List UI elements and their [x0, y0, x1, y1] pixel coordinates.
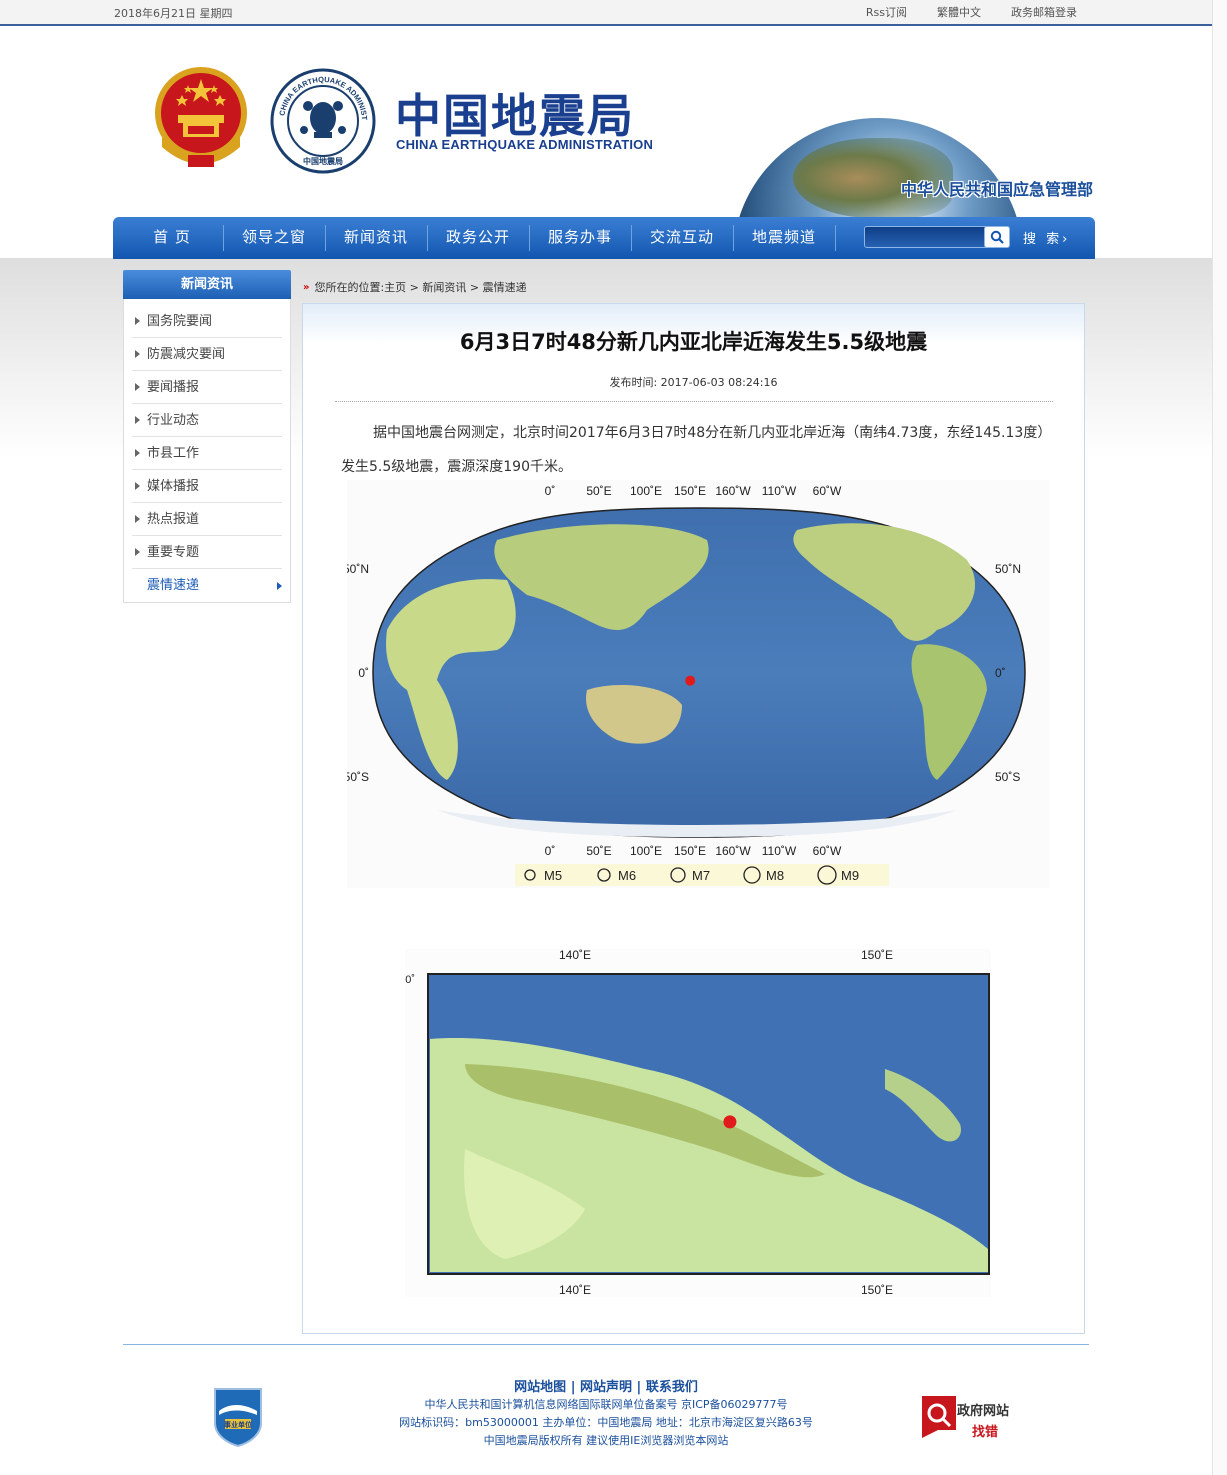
cea-seal-icon: CHINA EARTHQUAKE ADMINISTRATION 中国地震局: [270, 68, 376, 174]
footer-separator: |: [570, 1380, 576, 1395]
ministry-label[interactable]: 中华人民共和国应急管理部: [901, 176, 1093, 200]
map-bottom-longitude-label: 60˚W: [813, 844, 842, 858]
search-label: 搜 索: [1023, 232, 1063, 247]
nav-services[interactable]: 服务办事: [529, 217, 631, 259]
chevron-right-icon: ›: [1062, 232, 1071, 247]
footer-links: 网站地图 | 网站声明 | 联系我们: [0, 1376, 1212, 1395]
map-top-longitude-label: 150˚E: [674, 484, 706, 498]
sidebar-item-local-work[interactable]: 市县工作: [132, 437, 282, 470]
error-report-magnifier-icon: [922, 1396, 956, 1438]
badge-right-title: 政府网站: [957, 1404, 1010, 1419]
map2-top-longitude-label: 150˚E: [861, 949, 893, 962]
footer-sitemap-link[interactable]: 网站地图: [514, 1380, 566, 1395]
nav-gov-affairs[interactable]: 政务公开: [427, 217, 529, 259]
map-top-longitude-label: 50˚E: [586, 484, 611, 498]
nav-news[interactable]: 新闻资讯: [325, 217, 427, 259]
map-right-latitude-label: 0˚: [995, 666, 1006, 680]
article-panel: 6月3日7时48分新几内亚北岸近海发生5.5级地震 发布时间: 2017-06-…: [302, 303, 1085, 1334]
article-title: 6月3日7时48分新几内亚北岸近海发生5.5级地震: [459, 330, 928, 354]
regional-epicenter-map: 140˚E 150˚E 140˚E 150˚E 0˚: [405, 949, 991, 1297]
map-right-latitude-label: 50˚N: [995, 562, 1021, 576]
map-bottom-longitude-label: 50˚E: [586, 844, 611, 858]
sidebar-item-key-topics[interactable]: 重要专题: [132, 536, 282, 569]
main-nav: 首 页 领导之窗 新闻资讯 政务公开 服务办事 交流互动 地震频道 搜 索›: [113, 217, 1095, 259]
traditional-chinese-link[interactable]: 繁體中文: [937, 4, 981, 20]
map-right-latitude-label: 50˚S: [995, 770, 1020, 784]
map2-latitude-label: 0˚: [405, 974, 415, 986]
map-top-longitude-label: 100˚E: [630, 484, 662, 498]
footer-statement-link[interactable]: 网站声明: [580, 1380, 632, 1395]
seal-chinese-text: 中国地震局: [303, 156, 343, 166]
magnitude-legend-label: M8: [766, 868, 784, 883]
nav-home[interactable]: 首 页: [121, 217, 223, 259]
map-top-longitude-label: 60˚W: [813, 484, 842, 498]
search-button[interactable]: [984, 226, 1010, 248]
current-date: 2018年6月21日 星期四: [114, 7, 233, 20]
magnitude-legend-label: M5: [544, 868, 562, 883]
map-top-longitude-label: 110˚W: [762, 484, 797, 498]
nav-leadership[interactable]: 领导之窗: [223, 217, 325, 259]
map2-top-longitude-label: 140˚E: [559, 949, 591, 962]
article-body: 据中国地震台网测定，北京时间2017年6月3日7时48分在新几内亚北岸近海（南纬…: [341, 425, 1045, 475]
epicenter-marker: [723, 1115, 737, 1129]
site-header: CHINA EARTHQUAKE ADMINISTRATION 中国地震局 中国…: [113, 28, 1095, 218]
magnitude-legend-label: M9: [841, 868, 859, 883]
search-icon: [990, 230, 1004, 244]
map2-bottom-longitude-label: 140˚E: [559, 1283, 591, 1297]
map-bottom-longitude-label: 150˚E: [674, 844, 706, 858]
sidebar-item-news-broadcast[interactable]: 要闻播报: [132, 371, 282, 404]
footer-copyright-line: 中国地震局版权所有 建议使用IE浏览器浏览本网站: [483, 1434, 729, 1447]
utility-links: Rss订阅 繁體中文 政务邮箱登录: [866, 4, 1077, 20]
map-top-longitude-label: 160˚W: [715, 484, 751, 498]
gov-site-error-report-badge[interactable]: 政府网站 找错: [920, 1394, 1020, 1440]
breadcrumb: » 您所在的位置:主页 > 新闻资讯 > 震情速递: [303, 279, 527, 295]
breadcrumb-marker-icon: »: [303, 281, 310, 293]
map-bottom-longitude-label: 160˚W: [715, 844, 751, 858]
map-top-longitude-label: 0˚: [545, 484, 556, 498]
footer-separator: |: [636, 1380, 642, 1395]
map-bottom-longitude-label: 0˚: [545, 844, 556, 858]
top-utility-bar: 2018年6月21日 星期四 Rss订阅 繁體中文 政务邮箱登录: [0, 0, 1212, 26]
nav-interaction[interactable]: 交流互动: [631, 217, 733, 259]
map-left-latitude-label: 0˚: [358, 666, 369, 680]
epicenter-marker: [685, 675, 696, 686]
nav-separator: [835, 225, 836, 251]
article-divider: [335, 401, 1053, 402]
map2-bottom-longitude-label: 150˚E: [861, 1283, 893, 1297]
sidebar-list: 国务院要闻 防震减灾要闻 要闻播报 行业动态 市县工作 媒体播报 热点报道 重要…: [123, 299, 291, 603]
sidebar-item-hot-reports[interactable]: 热点报道: [132, 503, 282, 536]
badge-left-text: 事业单位: [224, 1420, 252, 1429]
footer-icp-line: 中华人民共和国计算机信息网络国际联网单位备案号 京ICP备06029777号: [424, 1398, 788, 1411]
sidebar-item-media-reports[interactable]: 媒体播报: [132, 470, 282, 503]
sidebar-title: 新闻资讯: [123, 270, 291, 299]
sidebar: 新闻资讯 国务院要闻 防震减灾要闻 要闻播报 行业动态 市县工作 媒体播报 热点…: [123, 270, 291, 603]
footer-host-line: 网站标识码：bm53000001 主办单位：中国地震局 地址：北京市海淀区复兴路…: [399, 1416, 813, 1429]
sidebar-item-earthquake-express[interactable]: 震情速递: [132, 569, 282, 602]
breadcrumb-path[interactable]: 您所在的位置:主页 > 新闻资讯 > 震情速递: [314, 279, 526, 295]
sidebar-item-disaster-reduction-news[interactable]: 防震减灾要闻: [132, 338, 282, 371]
nav-earthquake-channel[interactable]: 地震频道: [733, 217, 835, 259]
map-left-latitude-label: 50˚N: [347, 562, 369, 576]
rss-link[interactable]: Rss订阅: [866, 4, 907, 20]
sidebar-item-industry-trends[interactable]: 行业动态: [132, 404, 282, 437]
public-institution-badge-icon[interactable]: 事业单位: [211, 1385, 265, 1447]
article-publish-time: 发布时间: 2017-06-03 08:24:16: [609, 376, 778, 389]
world-epicenter-map: 0˚ 50˚E 100˚E 150˚E 160˚W 110˚W 60˚W 0˚ 50˚E 100˚…: [347, 480, 1050, 888]
gov-mail-login-link[interactable]: 政务邮箱登录: [1011, 4, 1077, 20]
footer-divider: [123, 1344, 1089, 1345]
magnitude-legend-label: M7: [692, 868, 710, 883]
national-emblem-icon: [155, 67, 247, 167]
map-left-latitude-label: 50˚S: [347, 770, 369, 784]
sidebar-item-state-council-news[interactable]: 国务院要闻: [132, 305, 282, 338]
brand-english-name: CHINA EARTHQUAKE ADMINISTRATION: [396, 137, 654, 152]
footer-contact-link[interactable]: 联系我们: [646, 1380, 698, 1395]
window-edge: [1212, 0, 1227, 1475]
badge-right-subtitle: 找错: [972, 1425, 999, 1440]
search-text-button[interactable]: 搜 索›: [1023, 228, 1070, 247]
magnitude-legend-label: M6: [618, 868, 636, 883]
map-bottom-longitude-label: 110˚W: [762, 844, 797, 858]
map-bottom-longitude-label: 100˚E: [630, 844, 662, 858]
